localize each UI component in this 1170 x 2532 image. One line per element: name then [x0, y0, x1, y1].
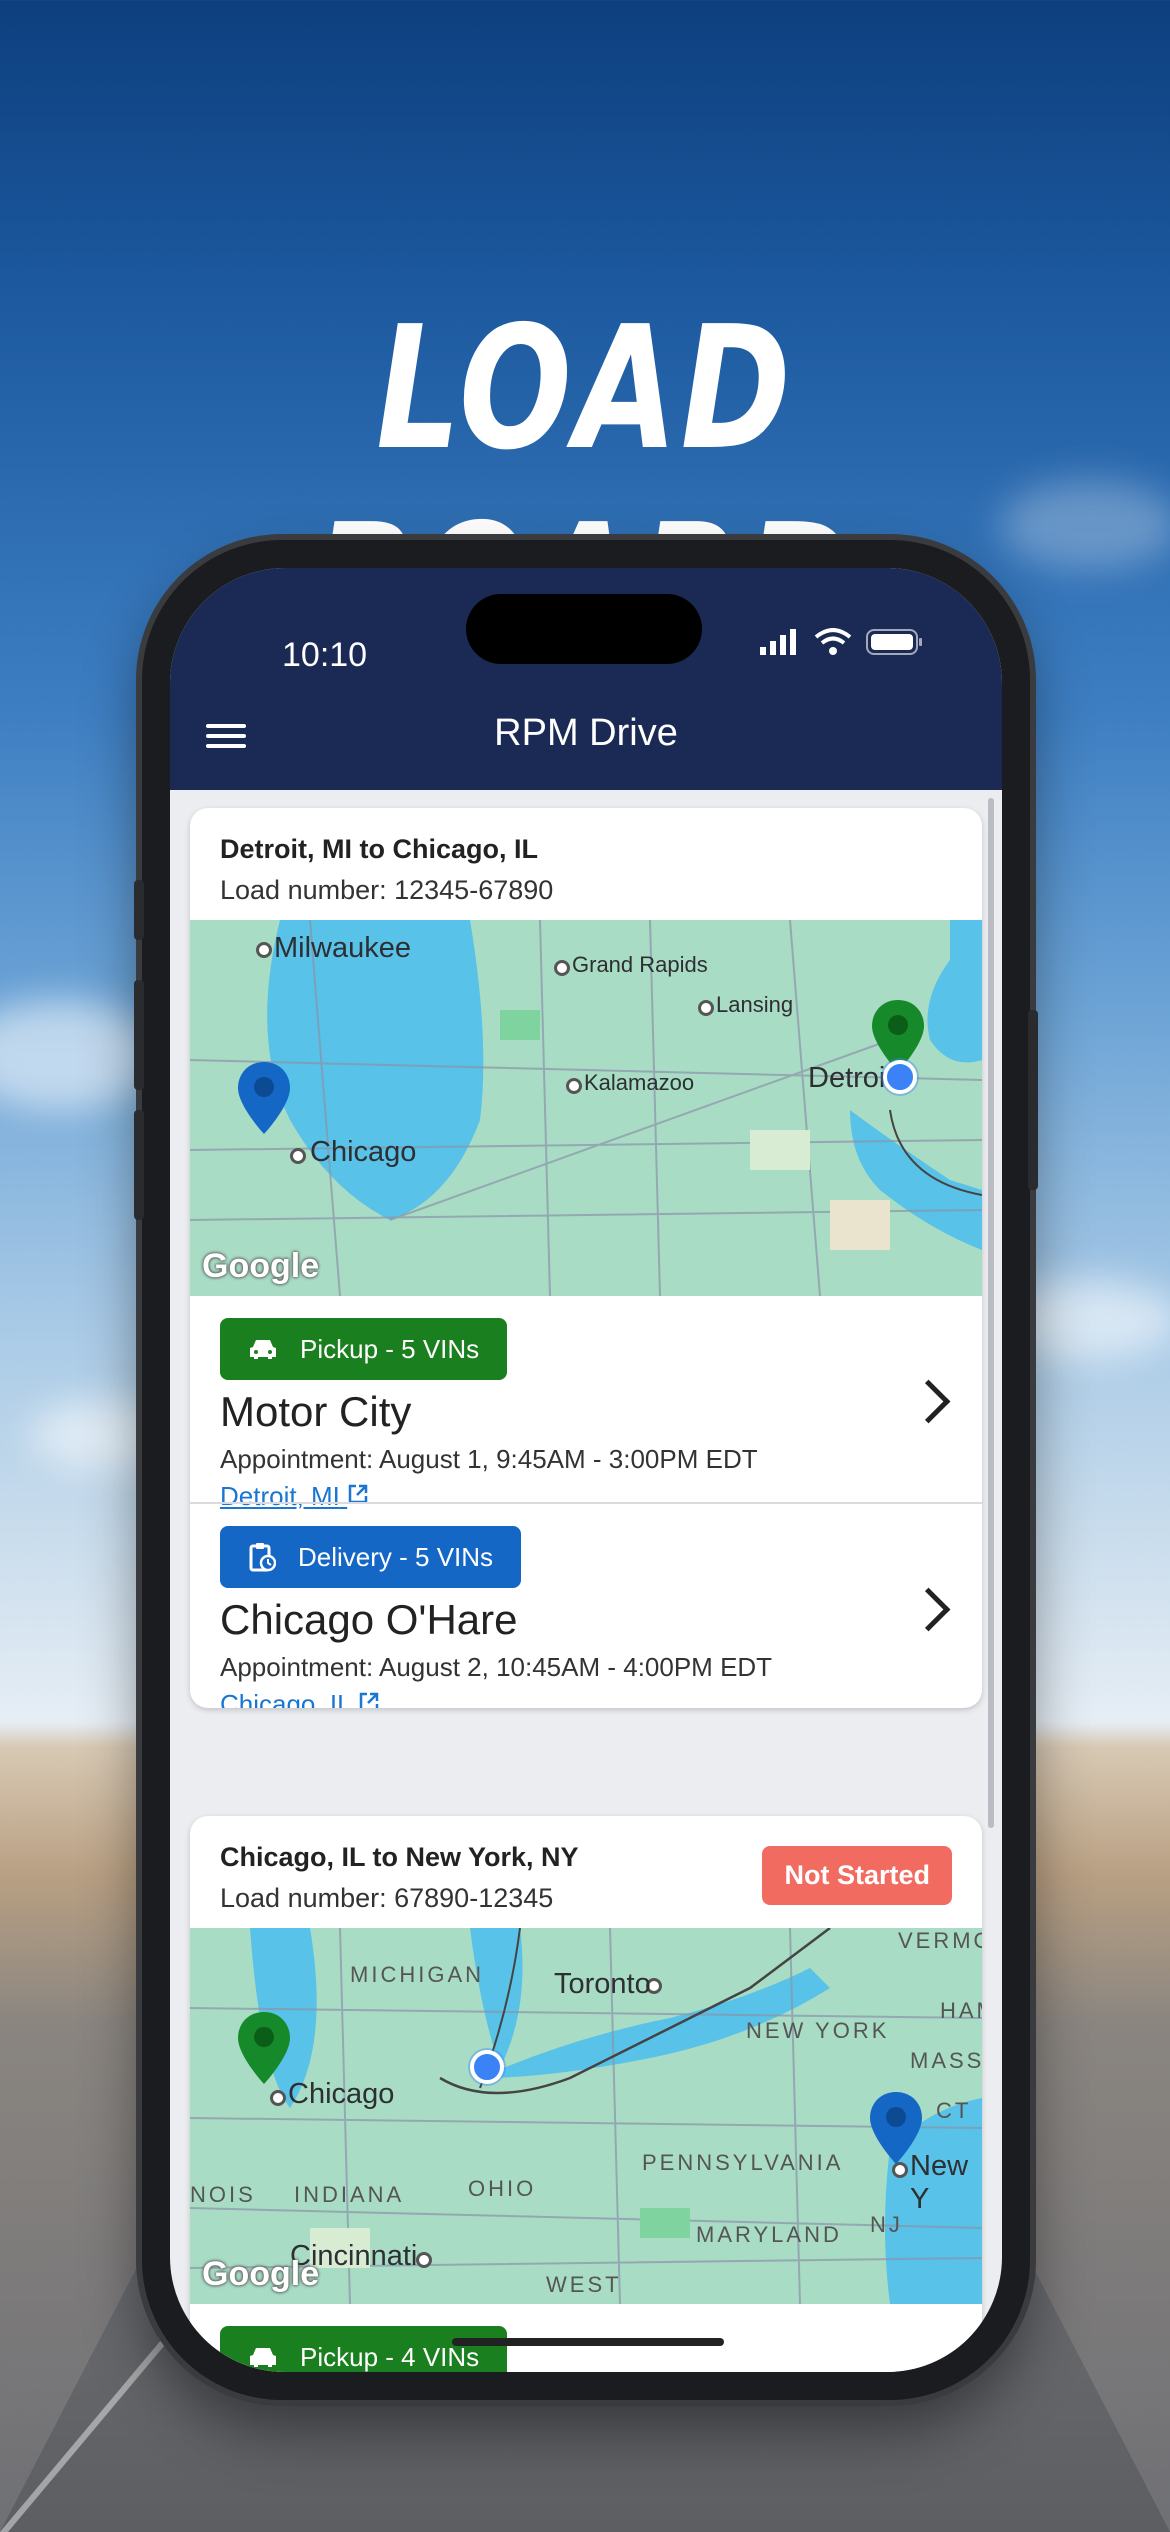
status-icons [760, 628, 924, 656]
appointment-text: Appointment: August 2, 10:45AM - 4:00PM … [220, 1652, 773, 1682]
stop-row-pickup[interactable]: Pickup - 5 VINs Motor City Appointment: … [190, 1296, 982, 1511]
phone-screen: 10:10 RPM Drive Detroit, MI to Chicago, … [170, 568, 1002, 2372]
wifi-icon [814, 628, 852, 655]
map-label: HAM [940, 1998, 982, 2023]
home-indicator[interactable] [452, 2338, 724, 2346]
google-logo: Google [202, 2255, 320, 2293]
map-label: VERMO [898, 1928, 982, 1953]
map-pin-icon[interactable] [868, 2090, 924, 2166]
scrollbar[interactable] [988, 798, 994, 1828]
route-map[interactable]: MICHIGAN Toronto VERMO HAM NEW YORK MASS… [190, 1928, 982, 2304]
map-label: WEST [546, 2272, 622, 2297]
status-time: 10:10 [282, 636, 368, 674]
status-badge: Not Started [762, 1846, 952, 1905]
route-map[interactable]: Milwaukee Grand Rapids Lansing Kalamazoo… [190, 920, 982, 1296]
load-card[interactable]: Chicago, IL to New York, NY Load number:… [190, 1816, 982, 2372]
stop-type-label: Delivery - 5 VINs [298, 1541, 494, 1572]
map-pin-icon[interactable] [236, 2010, 292, 2086]
map-label: NJ [870, 2212, 903, 2237]
google-logo: Google [202, 1247, 320, 1285]
map-label: Kalamazoo [584, 1070, 695, 1095]
current-location-dot [470, 2050, 504, 2084]
map-label: MICHIGAN [350, 1962, 484, 1987]
map-label: Toronto [554, 1968, 651, 2000]
stop-type-label: Pickup - 4 VINs [300, 2341, 480, 2372]
current-location-dot [883, 1060, 917, 1094]
external-link-icon [359, 1692, 379, 1708]
stop-type-pill: Pickup - 5 VINs [220, 1318, 508, 1380]
map-pin-icon[interactable] [236, 1060, 292, 1136]
car-icon [250, 1340, 276, 1359]
load-list[interactable]: Detroit, MI to Chicago, IL Load number: … [170, 790, 1002, 2372]
stop-name: Motor City [220, 1388, 412, 1435]
map-label: MASSA [910, 2048, 982, 2073]
stop-name: Chicago O'Hare [220, 1596, 518, 1643]
load-number: Load number: 12345-67890 [220, 875, 554, 905]
stop-type-pill: Delivery - 5 VINs [220, 1526, 522, 1588]
phone-frame: 10:10 RPM Drive Detroit, MI to Chicago, … [134, 540, 1038, 2400]
map-label: Grand Rapids [572, 952, 708, 977]
battery-icon [866, 629, 922, 655]
appointment-text: Appointment: August 1, 9:45AM - 3:00PM E… [220, 1444, 758, 1474]
clipboard-clock-icon [249, 1543, 276, 1572]
map-label: Lansing [716, 992, 794, 1017]
map-label: NOIS [190, 2182, 256, 2207]
load-card[interactable]: Detroit, MI to Chicago, IL Load number: … [190, 808, 982, 1708]
signal-icon [760, 629, 796, 655]
map-label: Milwaukee [274, 932, 411, 964]
dynamic-island [466, 594, 702, 664]
map-label: MARYLAND [696, 2222, 842, 2247]
stop-row-delivery[interactable]: Delivery - 5 VINs Chicago O'Hare Appoint… [190, 1502, 982, 1708]
map-label: PENNSYLVANIA [642, 2150, 844, 2175]
map-label: Chicago [310, 1136, 417, 1168]
stop-type-label: Pickup - 5 VINs [300, 1333, 480, 1364]
stop-type-pill: Pickup - 4 VINs [220, 2326, 508, 2372]
load-route: Detroit, MI to Chicago, IL [220, 834, 538, 864]
map-label: Chicago [288, 2078, 395, 2110]
location-link[interactable]: Chicago, IL [220, 1689, 380, 1708]
car-icon [250, 2348, 276, 2367]
map-label: CT [936, 2098, 972, 2123]
map-label: NEW YORK [746, 2018, 890, 2043]
app-bar: 10:10 RPM Drive [170, 568, 1002, 790]
map-label: INDIANA [294, 2182, 405, 2207]
app-title: RPM Drive [494, 712, 678, 754]
map-label: OHIO [468, 2176, 537, 2201]
